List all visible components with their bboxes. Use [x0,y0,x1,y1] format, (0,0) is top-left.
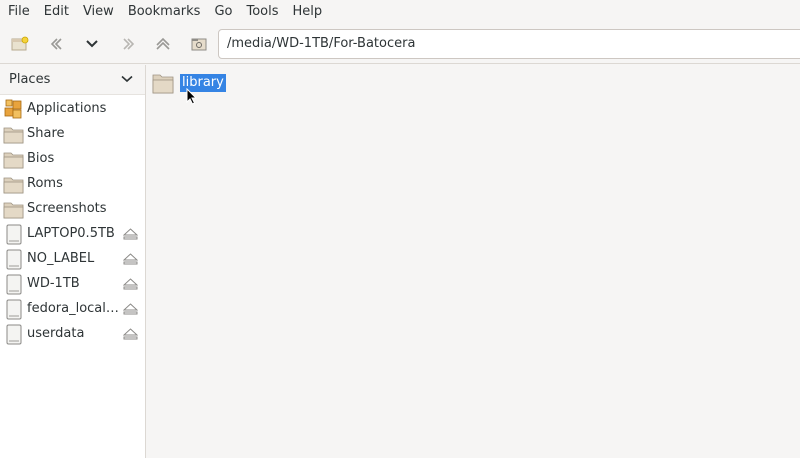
sidebar-item-laptop[interactable]: LAPTOP0.5TB [0,222,145,247]
folder-icon [152,74,174,94]
back-button[interactable] [46,33,68,55]
menu-tools[interactable]: Tools [239,0,285,24]
sidebar-item-label: Applications [27,101,107,116]
home-icon [191,38,207,51]
folder-icon [3,202,24,219]
history-dropdown-button[interactable] [81,33,103,55]
sidebar-item-label: Share [27,126,65,141]
sidebar-item-label: userdata [27,326,85,341]
eject-icon[interactable] [123,278,138,291]
back-icon [50,38,62,50]
eject-icon[interactable] [123,228,138,241]
sidebar-item-label: NO_LABEL [27,251,95,266]
eject-icon[interactable] [123,253,138,266]
menu-bookmarks[interactable]: Bookmarks [121,0,208,24]
drive-icon [6,249,22,270]
sidebar-item-applications[interactable]: Applications [0,97,145,122]
sidebar-item-userdata[interactable]: userdata [0,322,145,347]
menu-bar: File Edit View Bookmarks Go Tools Help [0,0,800,24]
sidebar-item-fedora[interactable]: fedora_localhost-live [0,297,145,322]
eject-icon[interactable] [123,303,138,316]
sidebar-item-share[interactable]: Share [0,122,145,147]
menu-view[interactable]: View [76,0,121,24]
sidebar-item-label: Screenshots [27,201,107,216]
drive-icon [6,324,22,345]
sidebar-item-no-label[interactable]: NO_LABEL [0,247,145,272]
file-view[interactable]: library [146,65,800,458]
menu-help[interactable]: Help [286,0,330,24]
location-bar[interactable]: /media/WD-1TB/For-Batocera [218,29,800,59]
sidebar-item-wd-1tb[interactable]: WD-1TB [0,272,145,297]
sidebar-item-label: fedora_localhost-live [27,301,119,316]
sidebar: Places Applications Share Bios Roms Scre… [0,65,146,458]
sidebar-item-bios[interactable]: Bios [0,147,145,172]
chevron-down-icon[interactable] [121,75,133,83]
menu-go[interactable]: Go [207,0,239,24]
up-icon [156,37,170,50]
drive-icon [6,299,22,320]
drive-icon [6,274,22,295]
places-header[interactable]: Places [0,65,145,95]
drive-icon [6,224,22,245]
forward-icon [123,38,135,50]
history-dropdown-icon [86,40,98,48]
menu-file[interactable]: File [0,0,37,24]
toolbar: /media/WD-1TB/For-Batocera [0,24,800,64]
folder-icon [3,152,24,169]
menu-edit[interactable]: Edit [37,0,76,24]
sidebar-item-label: Roms [27,176,63,191]
places-title: Places [9,72,51,87]
applications-icon [4,99,22,119]
sidebar-item-label: Bios [27,151,55,166]
folder-icon [3,127,24,144]
sidebar-item-label: LAPTOP0.5TB [27,226,115,241]
new-window-button[interactable] [9,33,31,55]
sidebar-item-screenshots[interactable]: Screenshots [0,197,145,222]
sidebar-item-roms[interactable]: Roms [0,172,145,197]
sidebar-item-label: WD-1TB [27,276,80,291]
places-list: Applications Share Bios Roms Screenshots… [0,97,145,347]
home-button[interactable] [188,33,210,55]
mouse-pointer-icon [186,88,198,105]
folder-icon [3,177,24,194]
eject-icon[interactable] [123,328,138,341]
up-button[interactable] [152,33,174,55]
new-window-icon [11,36,29,51]
forward-button[interactable] [117,33,139,55]
